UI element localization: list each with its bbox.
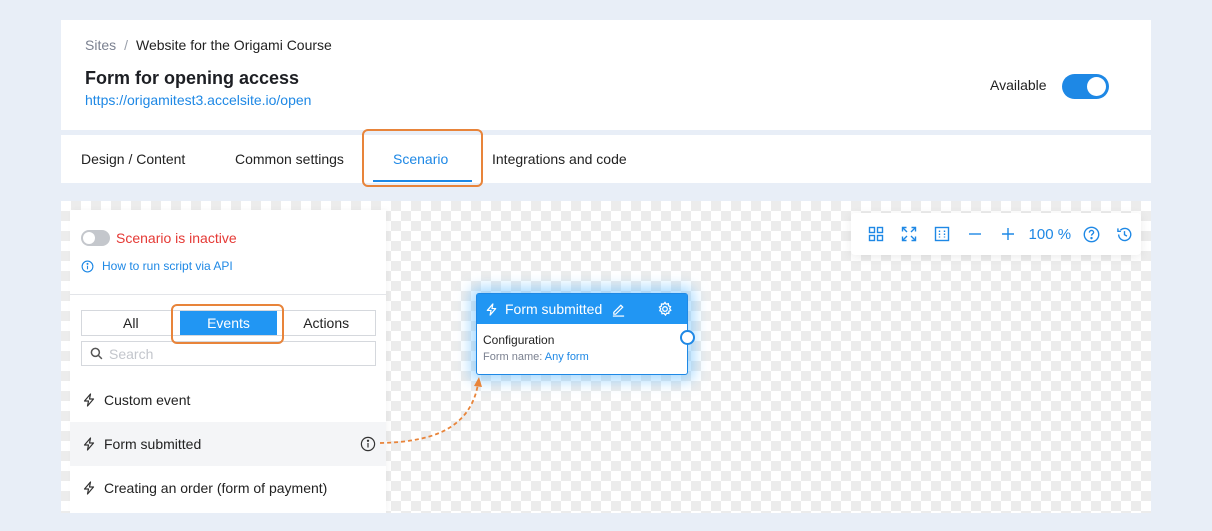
lightning-icon [83,437,95,451]
breadcrumb: Sites / Website for the Origami Course [85,37,332,53]
form-name-label: Form name: [483,351,543,363]
event-creating-order[interactable]: Creating an order (form of payment) [70,466,386,510]
node-body: Configuration Form name: Any form [477,324,687,363]
toggle-knob [83,232,95,244]
frame-icon[interactable] [925,213,958,255]
search-icon [90,347,103,360]
form-name-value[interactable]: Any form [545,351,589,363]
event-label: Form submitted [104,436,202,452]
form-submitted-node[interactable]: Form submitted Configuration Form name: … [476,293,695,375]
node-header: Form submitted [477,294,687,324]
search-input[interactable] [109,345,359,362]
lightning-icon [486,302,497,316]
event-custom-event[interactable]: Custom event [70,378,386,422]
zoom-out-icon[interactable] [959,213,992,255]
help-icon[interactable] [1075,213,1108,255]
scenario-status: Scenario is inactive [116,230,237,246]
gear-icon[interactable] [657,301,673,317]
available-toggle[interactable] [1062,74,1109,99]
zoom-level: 100 % [1028,225,1072,243]
panel-divider [70,294,386,295]
history-icon[interactable] [1108,213,1141,255]
lightning-icon [83,393,95,407]
event-label: Custom event [104,392,191,408]
edit-icon[interactable] [611,302,626,317]
lightning-icon [83,481,95,495]
node-config-label: Configuration [483,333,555,347]
breadcrumb-separator: / [124,37,129,53]
tabs-bar: Design / Content Common settings Scenari… [61,135,1151,183]
breadcrumb-current: Website for the Origami Course [136,37,332,53]
events-filter-highlight [171,304,284,344]
tab-integrations[interactable]: Integrations and code [492,135,627,183]
node-title: Form submitted [505,301,603,317]
event-form-submitted[interactable]: Form submitted [70,422,386,466]
page-title: Form for opening access [85,68,300,88]
fit-screen-icon[interactable] [892,213,925,255]
node-output-port[interactable] [680,330,695,345]
scenario-canvas[interactable]: 100 % Scenario is inactive How to run sc… [61,201,1151,513]
tab-common-settings[interactable]: Common settings [235,135,344,183]
tab-design-content[interactable]: Design / Content [81,135,185,183]
api-help-label: How to run script via API [102,259,233,273]
api-help-link[interactable]: How to run script via API [81,259,233,273]
breadcrumb-sites-link[interactable]: Sites [85,37,116,53]
scenario-active-toggle[interactable] [81,230,110,246]
scenario-tab-highlight [362,129,483,187]
event-label: Creating an order (form of payment) [104,480,328,496]
filter-actions[interactable]: Actions [277,311,375,335]
canvas-toolbar: 100 % [851,213,1141,255]
grid-icon[interactable] [859,213,892,255]
info-icon[interactable] [360,436,376,452]
info-icon [81,260,94,272]
search-field[interactable] [81,341,376,366]
node-form-name: Form name: Any form [483,351,687,363]
page-url-link[interactable]: https://origamitest3.accelsite.io/open [85,92,311,108]
available-label: Available [990,77,1047,93]
scenario-side-panel: Scenario is inactive How to run script v… [70,210,386,513]
page-header: Sites / Website for the Origami Course F… [61,20,1151,130]
toggle-knob [1087,77,1106,96]
zoom-in-icon[interactable] [992,213,1025,255]
filter-all[interactable]: All [82,311,180,335]
